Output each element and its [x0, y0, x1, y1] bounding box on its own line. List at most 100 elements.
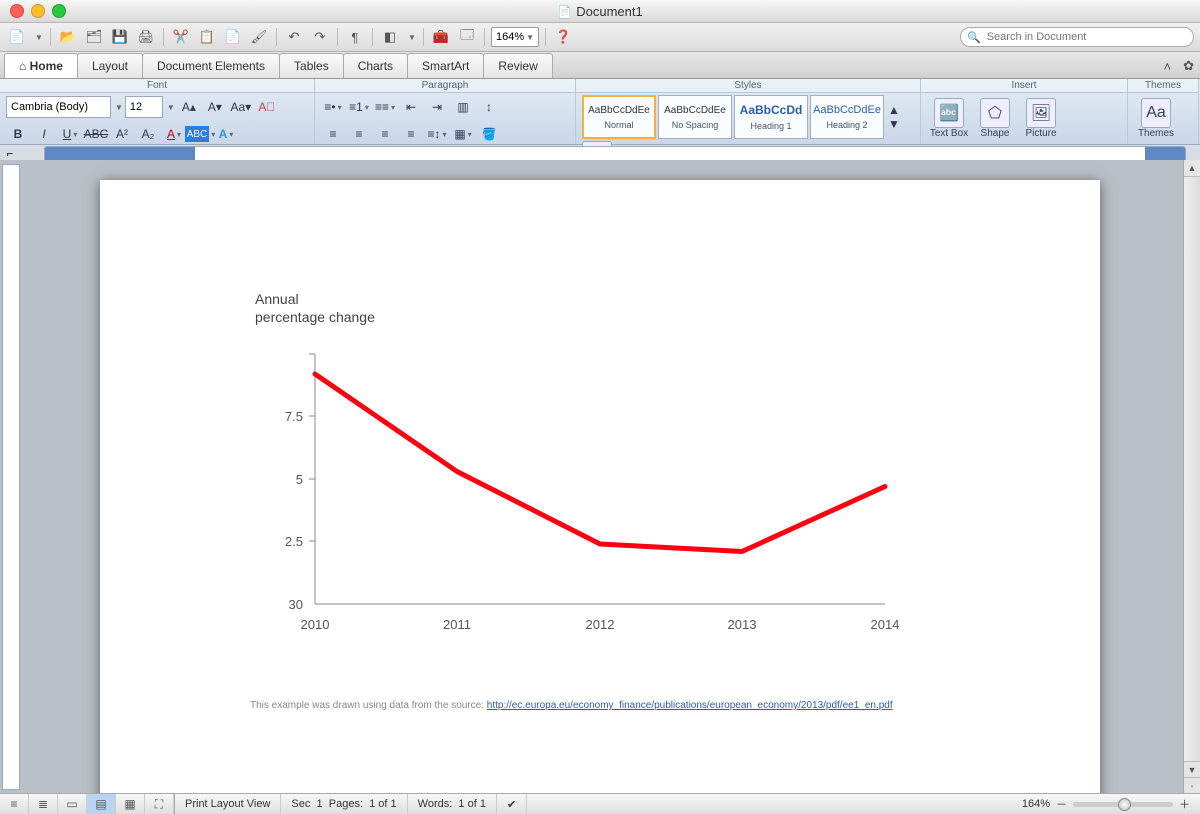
zoom-combo[interactable]: 164%▼ — [491, 27, 539, 47]
view-print-layout-button[interactable]: ▤ — [87, 794, 116, 814]
subscript-button[interactable]: A₂ — [136, 122, 160, 146]
collapse-ribbon-button[interactable]: ˄ — [1158, 55, 1178, 78]
view-notebook-button[interactable]: ▦ — [116, 794, 145, 814]
new-from-template-button[interactable]: 🗂 — [83, 26, 105, 48]
gallery-button[interactable]: 🗔 — [456, 26, 478, 48]
new-doc-dropdown[interactable]: ▼ — [32, 26, 44, 48]
tab-review[interactable]: Review — [483, 53, 552, 78]
separator — [484, 28, 485, 46]
clear-formatting-button[interactable]: A⃠ — [255, 95, 279, 119]
text-effects-button[interactable]: A▾ — [214, 122, 238, 146]
zoom-window-button[interactable] — [52, 4, 66, 18]
font-name-dropdown-icon[interactable]: ▼ — [115, 103, 123, 112]
vertical-ruler[interactable] — [2, 164, 20, 790]
status-spellcheck[interactable]: ✔ — [497, 794, 527, 814]
insert-shape-button[interactable]: ⬠Shape — [973, 98, 1017, 139]
themes-button[interactable]: AaThemes — [1134, 98, 1178, 139]
search-input[interactable] — [985, 30, 1187, 44]
print-button[interactable]: 🖨 — [135, 26, 157, 48]
scroll-down-button[interactable]: ▼ — [1184, 761, 1200, 778]
tab-smartart[interactable]: SmartArt — [407, 53, 484, 78]
styles-scroll-button[interactable]: ▲▼ — [886, 95, 902, 139]
sidebar-dropdown[interactable]: ▼ — [405, 26, 417, 48]
zoom-slider[interactable] — [1073, 802, 1173, 807]
close-window-button[interactable] — [10, 4, 24, 18]
font-size-dropdown-icon[interactable]: ▼ — [167, 103, 175, 112]
minimize-window-button[interactable] — [31, 4, 45, 18]
strikethrough-button[interactable]: ABC — [84, 122, 108, 146]
underline-button[interactable]: U▾ — [58, 122, 82, 146]
separator — [50, 28, 51, 46]
browse-object-button[interactable]: ◦ — [1184, 777, 1200, 794]
vertical-scrollbar[interactable]: ▲ ▼ ◦ — [1183, 160, 1200, 794]
style-no-spacing[interactable]: AaBbCcDdEe No Spacing — [658, 95, 732, 139]
document-page[interactable]: Annual percentage change 7.5 5 2.5 30 20… — [100, 180, 1100, 794]
style-heading-2[interactable]: AaBbCcDdEe Heading 2 — [810, 95, 884, 139]
zoom-out-button[interactable]: － — [1056, 796, 1067, 812]
cut-button[interactable]: ✂️ — [170, 26, 192, 48]
new-doc-button[interactable]: 📄 — [6, 26, 28, 48]
search-box[interactable]: 🔍 — [960, 27, 1194, 47]
superscript-button[interactable]: A² — [110, 122, 134, 146]
increase-indent-button[interactable]: ⇥ — [425, 95, 449, 119]
view-draft-button[interactable]: ≡ — [0, 794, 29, 814]
undo-button[interactable]: ↶ — [283, 26, 305, 48]
italic-button[interactable]: I — [32, 122, 56, 146]
source-link[interactable]: http://ec.europa.eu/economy_finance/publ… — [487, 700, 893, 711]
numbering-button[interactable]: ≡1▾ — [347, 95, 371, 119]
view-fullscreen-button[interactable]: ⛶ — [145, 794, 174, 814]
zoom-slider-knob[interactable] — [1118, 798, 1131, 811]
align-center-button[interactable]: ≡ — [347, 122, 371, 146]
multilevel-list-button[interactable]: ≡≡▾ — [373, 95, 397, 119]
columns-button[interactable]: ▥ — [451, 95, 475, 119]
search-icon: 🔍 — [967, 31, 981, 44]
font-size-combo[interactable]: 12 — [125, 96, 163, 118]
sidebar-button[interactable]: ◧ — [379, 26, 401, 48]
justify-button[interactable]: ≡ — [399, 122, 423, 146]
grow-font-button[interactable]: A▴ — [177, 95, 201, 119]
bold-button[interactable]: B — [6, 122, 30, 146]
tab-layout[interactable]: Layout — [77, 53, 143, 78]
scroll-up-button[interactable]: ▲ — [1184, 160, 1200, 177]
show-formatting-button[interactable]: ¶ — [344, 26, 366, 48]
style-normal[interactable]: AaBbCcDdEe Normal — [582, 95, 656, 139]
ribbon-options-button[interactable]: ✿ — [1177, 54, 1200, 78]
svg-text:2013: 2013 — [728, 617, 757, 632]
ribbon: Font Cambria (Body) ▼ 12 ▼ A▴ A▾ Aa▾ A⃠ … — [0, 79, 1200, 145]
tab-document-elements[interactable]: Document Elements — [142, 53, 280, 78]
font-name-combo[interactable]: Cambria (Body) — [6, 96, 111, 118]
font-color-button[interactable]: A▾ — [162, 122, 186, 146]
tab-selector[interactable]: ⌐ — [0, 148, 20, 160]
toolbox-button[interactable]: 🧰 — [430, 26, 452, 48]
open-button[interactable]: 📂 — [57, 26, 79, 48]
decrease-indent-button[interactable]: ⇤ — [399, 95, 423, 119]
redo-button[interactable]: ↷ — [309, 26, 331, 48]
tab-tables[interactable]: Tables — [279, 53, 344, 78]
tab-home[interactable]: Home — [4, 53, 78, 78]
status-section[interactable]: Sec 1 Pages: 1 of 1 — [281, 794, 407, 814]
view-outline-button[interactable]: ≣ — [29, 794, 58, 814]
shrink-font-button[interactable]: A▾ — [203, 95, 227, 119]
style-heading-1[interactable]: AaBbCcDd Heading 1 — [734, 95, 808, 139]
help-button[interactable]: ❓ — [552, 26, 574, 48]
format-painter-button[interactable]: 🖌 — [248, 26, 270, 48]
borders-button[interactable]: ▦▾ — [451, 122, 475, 146]
bullets-button[interactable]: ≡•▾ — [321, 95, 345, 119]
text-direction-button[interactable]: ↕ — [477, 95, 501, 119]
change-case-button[interactable]: Aa▾ — [229, 95, 253, 119]
align-left-button[interactable]: ≡ — [321, 122, 345, 146]
align-right-button[interactable]: ≡ — [373, 122, 397, 146]
shading-button[interactable]: 🪣 — [477, 122, 501, 146]
insert-picture-button[interactable]: 🖼Picture — [1019, 98, 1063, 139]
chart: Annual percentage change 7.5 5 2.5 30 20… — [245, 290, 945, 667]
status-words[interactable]: Words: 1 of 1 — [408, 794, 497, 814]
zoom-in-button[interactable]: ＋ — [1179, 796, 1190, 812]
tab-charts[interactable]: Charts — [343, 53, 408, 78]
copy-button[interactable]: 📋 — [196, 26, 218, 48]
view-publishing-button[interactable]: ▭ — [58, 794, 87, 814]
insert-textbox-button[interactable]: 🔤Text Box — [927, 98, 971, 139]
paste-button[interactable]: 📄 — [222, 26, 244, 48]
line-spacing-button[interactable]: ≡↕▾ — [425, 122, 449, 146]
highlight-button[interactable]: ABC▾ — [188, 122, 212, 146]
save-button[interactable]: 💾 — [109, 26, 131, 48]
